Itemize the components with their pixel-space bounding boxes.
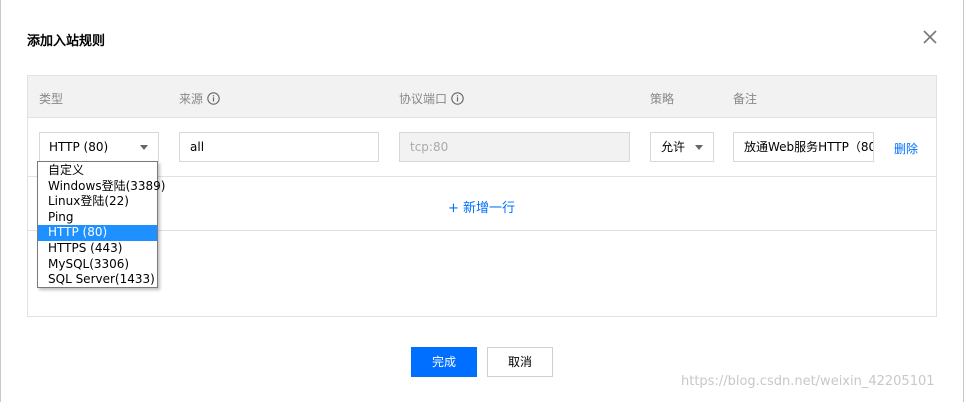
dropdown-option[interactable]: Linux登陆(22) bbox=[38, 194, 157, 210]
header-policy: 策略 bbox=[650, 90, 674, 107]
add-row-link[interactable]: + 新增一行 bbox=[448, 197, 515, 216]
caret-down-icon bbox=[695, 145, 703, 150]
header-source-label: 来源 bbox=[179, 92, 204, 106]
header-source: 来源 bbox=[179, 90, 220, 107]
table-header: 类型 来源 协议端口 策略 备注 bbox=[28, 76, 936, 118]
type-select[interactable]: HTTP (80) bbox=[39, 132, 159, 162]
remark-input[interactable]: 放通Web服务HTTP（80） bbox=[733, 132, 874, 162]
type-select-value: HTTP (80) bbox=[49, 140, 109, 154]
table-row: HTTP (80) all tcp:80 允许 放通Web服务HTTP（80） … bbox=[28, 118, 936, 177]
source-input[interactable]: all bbox=[179, 132, 379, 162]
dropdown-option[interactable]: MySQL(3306) bbox=[38, 257, 157, 273]
type-dropdown-list: 自定义 Windows登陆(3389) Linux登陆(22) Ping HTT… bbox=[37, 161, 165, 288]
dropdown-option[interactable]: HTTPS (443) bbox=[38, 241, 157, 257]
watermark: https://blog.csdn.net/weixin_42205101 bbox=[681, 374, 935, 389]
header-port-label: 协议端口 bbox=[399, 92, 448, 106]
port-input[interactable]: tcp:80 bbox=[399, 132, 630, 162]
dropdown-option[interactable]: Ping bbox=[38, 210, 157, 226]
cancel-button[interactable]: 取消 bbox=[487, 347, 553, 377]
dropdown-option[interactable]: Windows登陆(3389) bbox=[38, 179, 165, 195]
ok-button[interactable]: 完成 bbox=[411, 347, 477, 377]
dropdown-option[interactable]: SQL Server(1433) bbox=[38, 272, 157, 288]
dialog-title: 添加入站规则 bbox=[27, 34, 106, 49]
header-policy-label: 策略 bbox=[650, 92, 675, 106]
info-circle-icon[interactable] bbox=[451, 92, 464, 105]
header-port: 协议端口 bbox=[399, 90, 464, 107]
caret-down-icon bbox=[140, 145, 148, 150]
policy-select-value: 允许 bbox=[661, 140, 686, 154]
header-remark: 备注 bbox=[733, 90, 757, 107]
header-remark-label: 备注 bbox=[733, 92, 758, 106]
dropdown-option[interactable]: 自定义 bbox=[38, 163, 157, 179]
dropdown-option[interactable]: HTTP (80) bbox=[38, 225, 157, 241]
header-type-label: 类型 bbox=[39, 92, 64, 106]
info-circle-icon[interactable] bbox=[207, 92, 220, 105]
delete-row-link[interactable]: 删除 bbox=[894, 140, 918, 157]
close-icon[interactable] bbox=[921, 28, 939, 46]
rules-table: 类型 来源 协议端口 策略 备注 HTTP (80) all tcp:80 允许… bbox=[27, 75, 937, 317]
policy-select[interactable]: 允许 bbox=[650, 132, 714, 162]
header-type: 类型 bbox=[39, 90, 63, 107]
